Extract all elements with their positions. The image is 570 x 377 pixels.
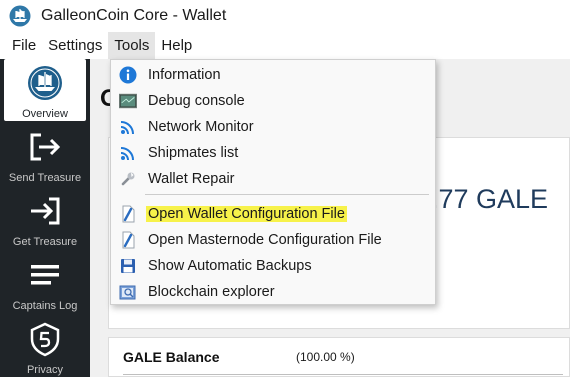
receive-arrow-icon [25, 191, 65, 231]
send-arrow-icon [25, 127, 65, 167]
menu-item-blockchain-explorer[interactable]: Blockchain explorer [114, 279, 432, 305]
menu-item-label: Shipmates list [148, 145, 239, 161]
floppy-disk-icon [119, 257, 137, 275]
menu-item-label: Open Masternode Configuration File [148, 232, 382, 248]
menu-item-open-wallet-config[interactable]: Open Wallet Configuration File [114, 201, 432, 227]
nav-overview[interactable]: Overview [4, 59, 86, 121]
shield-s-icon [25, 319, 65, 359]
galleon-ship-icon [9, 5, 31, 27]
nav-send-treasure[interactable]: Send Treasure [4, 123, 86, 185]
gale-balance-percent: (100.00 %) [296, 350, 355, 364]
nav-label-send-treasure: Send Treasure [8, 172, 82, 184]
balance-amount: .77 GALE [431, 184, 549, 214]
wrench-icon [119, 170, 137, 188]
network-signal-icon [119, 118, 137, 136]
menu-settings[interactable]: Settings [42, 32, 108, 59]
peers-signal-icon [119, 144, 137, 162]
nav-label-get-treasure: Get Treasure [12, 236, 78, 248]
nav-label-privacy: Privacy [26, 364, 64, 376]
menu-item-open-masternode-config[interactable]: Open Masternode Configuration File [114, 227, 432, 253]
menu-item-debug-console[interactable]: Debug console [114, 88, 432, 114]
nav-label-overview: Overview [22, 108, 68, 120]
menu-bar: File Settings Tools Help [0, 32, 570, 59]
menu-item-label: Open Wallet Configuration File [146, 206, 347, 222]
menu-item-label: Show Automatic Backups [148, 258, 312, 274]
divider [123, 374, 563, 375]
menu-tools[interactable]: Tools [108, 32, 156, 59]
menu-item-shipmates-list[interactable]: Shipmates list [114, 140, 432, 166]
explorer-book-icon [119, 283, 137, 301]
menu-item-information[interactable]: Information [114, 62, 432, 88]
gale-balance-panel: GALE Balance (100.00 %) [108, 337, 570, 377]
menu-item-show-automatic-backups[interactable]: Show Automatic Backups [114, 253, 432, 279]
title-bar: GalleonCoin Core - Wallet [0, 0, 570, 32]
menu-item-label: Network Monitor [148, 119, 254, 135]
menu-item-label: Blockchain explorer [148, 284, 275, 300]
nav-privacy[interactable]: Privacy [4, 315, 86, 377]
tools-menu: Information Debug console Network Monito… [110, 59, 436, 305]
nav-label-captains-log: Captains Log [12, 300, 78, 312]
list-lines-icon [25, 255, 65, 295]
menu-file[interactable]: File [0, 32, 42, 59]
menu-item-wallet-repair[interactable]: Wallet Repair [114, 166, 432, 192]
gale-balance-label: GALE Balance [123, 349, 220, 365]
menu-item-label: Debug console [148, 93, 245, 109]
sidebar: Overview Send Treasure Get Treasure Capt… [0, 59, 90, 377]
ship-wheel-icon [25, 63, 65, 103]
menu-item-network-monitor[interactable]: Network Monitor [114, 114, 432, 140]
nav-captains-log[interactable]: Captains Log [4, 251, 86, 313]
menu-item-label: Wallet Repair [148, 171, 235, 187]
console-icon [119, 92, 137, 110]
config-file-icon [119, 231, 137, 249]
window-title: GalleonCoin Core - Wallet [41, 7, 227, 24]
nav-get-treasure[interactable]: Get Treasure [4, 187, 86, 249]
config-file-icon [119, 205, 137, 223]
menu-help[interactable]: Help [155, 32, 198, 59]
menu-item-label: Information [148, 67, 221, 83]
info-icon [119, 66, 137, 84]
menu-separator [145, 194, 429, 195]
